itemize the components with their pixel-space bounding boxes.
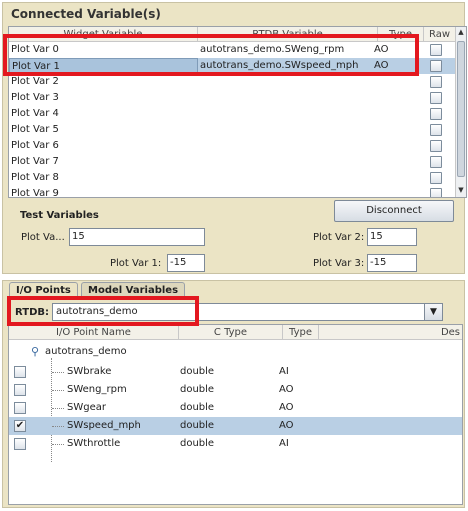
triangle-down-icon[interactable]: ▼ (424, 304, 442, 320)
raw-checkbox[interactable] (430, 124, 442, 136)
widget-variable-cell: Plot Var 3 (11, 92, 59, 103)
scroll-up-icon[interactable]: ▲ (456, 27, 466, 38)
table-row[interactable]: Plot Var 3 (9, 90, 456, 106)
plot-var-2-input[interactable]: 15 (367, 228, 417, 246)
table-row[interactable]: Plot Var 8 (9, 170, 456, 186)
column-header-type[interactable]: Type (283, 325, 319, 340)
raw-checkbox[interactable] (430, 172, 442, 184)
widget-variable-cell: Plot Var 6 (11, 140, 59, 151)
test-variables-title: Test Variables (20, 210, 99, 221)
io-point-checkbox[interactable] (14, 366, 26, 378)
table-row[interactable]: Plot Var 6 (9, 138, 456, 154)
io-points-tree: I/O Point Name C Type Type Des ⚲ autotra… (8, 324, 463, 505)
raw-checkbox[interactable] (430, 156, 442, 168)
raw-checkbox[interactable] (430, 188, 442, 197)
test-field-label: Plot Var 1: (110, 258, 162, 269)
io-point-type: AO (279, 420, 294, 431)
widget-variable-cell: Plot Var 7 (11, 156, 59, 167)
io-point-ctype: double (180, 420, 215, 431)
tree-connector (52, 408, 64, 409)
check-icon: ✔ (15, 420, 25, 431)
table-row[interactable]: Plot Var 4 (9, 106, 456, 122)
table-row[interactable]: Plot Var 9 (9, 186, 456, 198)
tree-item-row[interactable]: SWeng_rpm double AO (9, 381, 462, 399)
tree-root-row[interactable]: ⚲ autotrans_demo (9, 343, 462, 361)
tree-connector (52, 426, 64, 427)
section-title: Connected Variable(s) (11, 7, 161, 21)
table-row[interactable]: Plot Var 5 (9, 122, 456, 138)
tree-item-row[interactable]: ✔ SWspeed_mph double AO (9, 417, 462, 435)
plot-var-1-input[interactable]: -15 (167, 254, 205, 272)
test-field-label: Plot Var 2: (313, 232, 365, 243)
tree-item-row[interactable]: SWbrake double AI (9, 363, 462, 381)
raw-checkbox[interactable] (430, 60, 442, 72)
io-point-type: AO (279, 384, 294, 395)
io-point-type: AO (279, 402, 294, 413)
io-point-name: SWspeed_mph (67, 420, 141, 431)
raw-checkbox[interactable] (430, 108, 442, 120)
io-point-checkbox[interactable] (14, 402, 26, 414)
table-row[interactable]: Plot Var 7 (9, 154, 456, 170)
widget-variable-cell: Plot Var 8 (11, 172, 59, 183)
raw-checkbox[interactable] (430, 92, 442, 104)
column-header-description[interactable]: Des (319, 325, 462, 340)
raw-checkbox[interactable] (430, 44, 442, 56)
highlight-box (3, 34, 419, 76)
column-header-io-point-name[interactable]: I/O Point Name (9, 325, 179, 340)
highlight-box (7, 296, 199, 326)
column-header-raw[interactable]: Raw (424, 27, 456, 42)
test-field-label: Plot Var 3: (313, 258, 365, 269)
test-field-label: Plot Va... (21, 232, 65, 243)
io-point-type: AI (279, 438, 289, 449)
io-point-type: AI (279, 366, 289, 377)
io-point-ctype: double (180, 438, 215, 449)
io-point-ctype: double (180, 384, 215, 395)
scrollbar-thumb[interactable] (457, 41, 465, 177)
column-header-c-type[interactable]: C Type (179, 325, 283, 340)
tree-item-row[interactable]: SWthrottle double AI (9, 435, 462, 453)
io-point-ctype: double (180, 366, 215, 377)
io-point-name: SWeng_rpm (67, 384, 127, 395)
tree-connector (52, 390, 64, 391)
plot-var-3-input[interactable]: -15 (367, 254, 417, 272)
scroll-down-icon[interactable]: ▼ (456, 185, 466, 196)
tree-root-label: autotrans_demo (45, 346, 127, 357)
widget-variable-cell: Plot Var 9 (11, 188, 59, 198)
raw-checkbox[interactable] (430, 140, 442, 152)
tree-connector (52, 444, 64, 445)
io-point-checkbox[interactable]: ✔ (14, 420, 26, 432)
tree-node-icon[interactable]: ⚲ (31, 343, 39, 361)
raw-checkbox[interactable] (430, 76, 442, 88)
io-point-name: SWbrake (67, 366, 112, 377)
io-point-checkbox[interactable] (14, 384, 26, 396)
table-row[interactable]: Plot Var 2 (9, 74, 456, 90)
io-point-name: SWgear (67, 402, 106, 413)
tree-connector (52, 372, 64, 373)
tree-header: I/O Point Name C Type Type Des (9, 325, 462, 340)
io-point-ctype: double (180, 402, 215, 413)
disconnect-button[interactable]: Disconnect (334, 200, 454, 222)
widget-variable-cell: Plot Var 5 (11, 124, 59, 135)
tree-item-row[interactable]: SWgear double AO (9, 399, 462, 417)
widget-variable-cell: Plot Var 2 (11, 76, 59, 87)
plot-var-0-input[interactable]: 15 (69, 228, 205, 246)
vertical-scrollbar[interactable]: ▲ ▼ (455, 27, 466, 197)
io-point-checkbox[interactable] (14, 438, 26, 450)
widget-variable-cell: Plot Var 4 (11, 108, 59, 119)
io-point-name: SWthrottle (67, 438, 121, 449)
